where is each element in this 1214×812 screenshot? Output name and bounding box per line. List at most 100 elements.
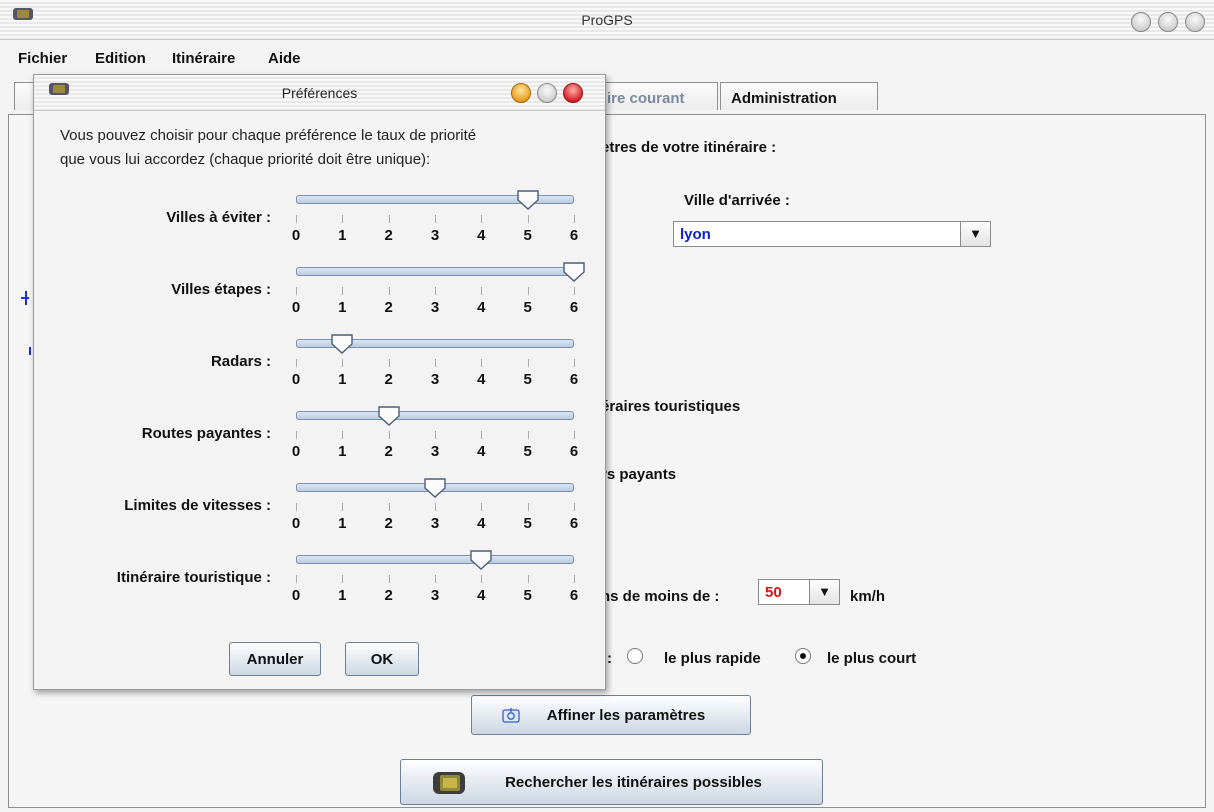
arrival-city-value: lyon	[680, 226, 711, 243]
blue-marker-dash	[21, 297, 29, 299]
scale-tick	[435, 503, 436, 511]
scale-number: 5	[523, 587, 532, 604]
scale-number: 4	[477, 299, 486, 316]
scale-tick	[481, 287, 483, 295]
menu-aide[interactable]: Aide	[268, 50, 301, 67]
arrival-city-select[interactable]: lyon ▼	[673, 221, 991, 247]
zoom-button[interactable]	[1158, 12, 1178, 32]
close-button[interactable]	[1185, 12, 1205, 32]
scale-number: 6	[569, 299, 579, 316]
shortest-label: le plus court	[827, 650, 917, 667]
slider-label: Villes étapes :	[171, 281, 271, 298]
params-header: etres de votre itinéraire :	[601, 139, 777, 156]
menu-edition[interactable]: Edition	[95, 50, 146, 67]
slider-scale: 0 1 2 3 4 5 6	[292, 215, 586, 245]
scale-number: 3	[430, 587, 440, 604]
minimize-button[interactable]	[1131, 12, 1151, 32]
scale-number: 4	[477, 587, 486, 604]
slider-label: Routes payantes :	[141, 425, 271, 442]
scale-tick	[296, 431, 297, 439]
refine-parameters-label: Affiner les paramètres	[546, 707, 706, 724]
slider-thumb[interactable]	[423, 477, 447, 499]
dialog-zoom-button[interactable]	[537, 83, 557, 103]
scale-number: 4	[477, 515, 486, 532]
scale-number: 2	[384, 371, 393, 388]
scale-number: 0	[291, 371, 301, 388]
scale-number: 0	[291, 515, 301, 532]
scale-number: 5	[523, 443, 532, 460]
scale-tick	[527, 287, 529, 295]
tab-itineraire-courant[interactable]: ire courant	[596, 82, 718, 110]
speed-limit-select[interactable]: 50 ▼	[758, 579, 840, 605]
scale-tick	[435, 215, 436, 223]
scale-tick	[481, 359, 483, 367]
scale-tick	[296, 359, 297, 367]
slider-track[interactable]	[296, 267, 574, 276]
dialog-close-button[interactable]	[563, 83, 583, 103]
search-routes-button[interactable]: Rechercher les itinéraires possibles	[400, 759, 823, 805]
scale-number: 0	[291, 227, 301, 244]
slider-scale: 0 1 2 3 4 5 6	[292, 359, 586, 389]
cancel-button[interactable]: Annuler	[229, 642, 321, 676]
scale-number: 3	[430, 299, 440, 316]
scale-tick	[527, 575, 529, 583]
refine-parameters-button[interactable]: Affiner les paramètres	[471, 695, 751, 735]
slider-thumb[interactable]	[469, 549, 493, 571]
slider-thumb[interactable]	[330, 333, 354, 355]
slider-thumb[interactable]	[377, 405, 401, 427]
scale-tick	[296, 215, 297, 223]
scale-tick	[388, 287, 390, 295]
scale-tick	[574, 359, 575, 367]
fastest-radio[interactable]	[627, 648, 643, 664]
scale-tick	[388, 431, 390, 439]
scale-number: 4	[477, 371, 486, 388]
menu-itineraire[interactable]: Itinéraire	[172, 50, 235, 67]
scale-tick	[527, 431, 529, 439]
slider-scale: 0 1 2 3 4 5 6	[292, 575, 586, 605]
scale-tick	[342, 287, 344, 295]
scale-number: 3	[430, 371, 440, 388]
scale-number: 6	[569, 443, 579, 460]
scale-tick	[481, 575, 483, 583]
scale-tick	[574, 215, 575, 223]
scale-number: 4	[477, 443, 486, 460]
scale-number: 3	[430, 227, 440, 244]
slider-scale: 0 1 2 3 4 5 6	[292, 431, 586, 461]
scale-number: 5	[523, 299, 532, 316]
tab-administration[interactable]: Administration	[720, 82, 878, 110]
scale-number: 1	[338, 371, 347, 388]
ok-button[interactable]: OK	[345, 642, 419, 676]
slider-label: Radars :	[210, 353, 271, 370]
scale-tick	[481, 431, 483, 439]
scale-tick	[435, 287, 436, 295]
scale-tick	[342, 359, 344, 367]
scale-number: 5	[523, 515, 532, 532]
slider-track[interactable]	[296, 555, 574, 564]
preferences-dialog: Préférences Vous pouvez choisir pour cha…	[33, 74, 606, 690]
slider-thumb[interactable]	[562, 261, 586, 283]
scale-tick	[388, 575, 390, 583]
shortest-radio[interactable]	[795, 648, 811, 664]
scale-number: 1	[338, 443, 347, 460]
scale-tick	[574, 431, 575, 439]
scale-tick	[527, 359, 529, 367]
speed-limit-label: ns de moins de :	[601, 588, 720, 605]
fastest-label: le plus rapide	[664, 650, 761, 667]
speed-limit-value: 50	[765, 584, 782, 601]
slider-thumb[interactable]	[516, 189, 540, 211]
slider-label: Limites de vitesses :	[124, 497, 271, 514]
scale-number: 0	[291, 443, 301, 460]
scale-number: 6	[569, 587, 579, 604]
scale-tick	[481, 503, 483, 511]
tab-administration-label: Administration	[731, 90, 837, 107]
dialog-minimize-button[interactable]	[511, 83, 531, 103]
slider-track[interactable]	[296, 411, 574, 420]
scale-tick	[296, 287, 297, 295]
scale-number: 1	[338, 587, 347, 604]
scale-tick	[574, 575, 575, 583]
scale-tick	[435, 575, 436, 583]
menu-fichier[interactable]: Fichier	[18, 50, 67, 67]
arrival-city-label: Ville d'arrivée :	[684, 192, 790, 209]
dialog-intro-line1: Vous pouvez choisir pour chaque préféren…	[60, 127, 477, 144]
scale-tick	[527, 215, 529, 223]
